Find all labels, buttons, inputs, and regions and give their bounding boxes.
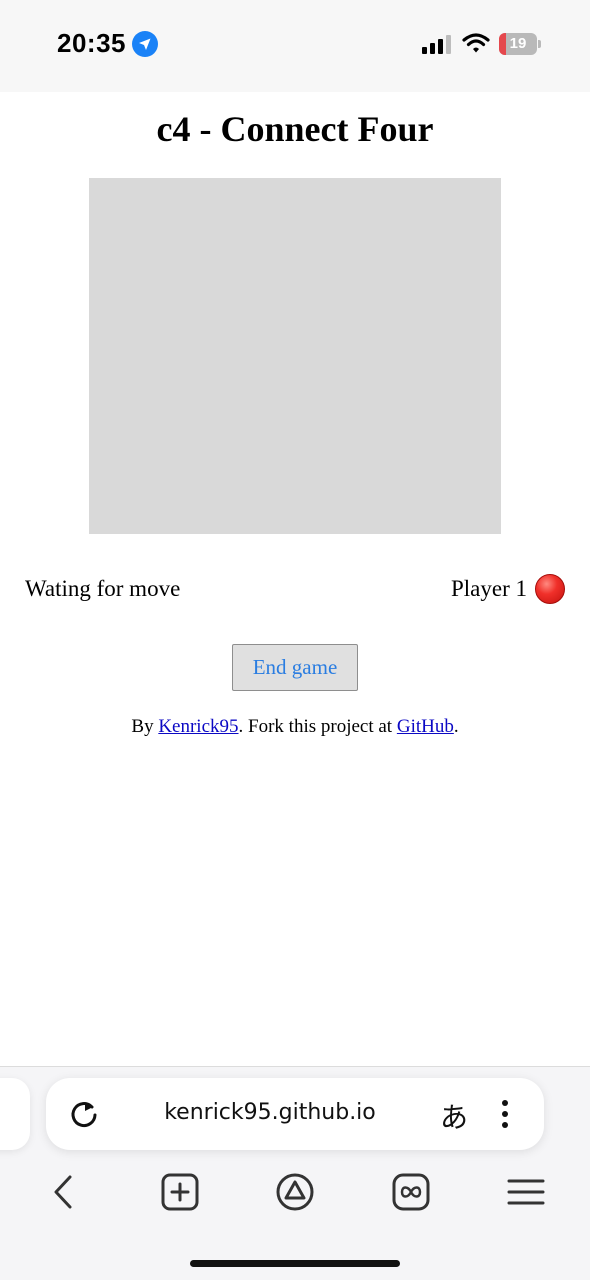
cellular-signal-icon: [422, 35, 451, 54]
footer-middle: . Fork this project at: [238, 716, 397, 737]
footer-prefix: By: [131, 716, 159, 737]
more-options-icon[interactable]: [496, 1098, 514, 1130]
reload-icon[interactable]: [68, 1098, 100, 1130]
wifi-icon: [462, 33, 490, 53]
page-title: c4 - Connect Four: [156, 109, 434, 149]
github-link[interactable]: GitHub: [397, 716, 454, 737]
battery-nub: [538, 40, 541, 48]
footer-suffix: .: [453, 716, 459, 737]
home-indicator[interactable]: [190, 1260, 400, 1267]
red-disc-icon: [535, 574, 565, 604]
footer-credit: By Kenrick95. Fork this project at GitHu…: [0, 716, 590, 738]
current-player-label: Player 1: [450, 576, 527, 601]
game-status: Wating for move: [25, 576, 181, 601]
new-tab-icon[interactable]: [160, 1172, 200, 1212]
status-time: 20:35: [57, 28, 126, 58]
location-arrow-icon: [132, 31, 158, 57]
game-board[interactable]: [89, 178, 501, 534]
battery-body: 19: [499, 33, 537, 55]
author-link[interactable]: Kenrick95: [158, 716, 238, 737]
battery-level: 19: [509, 35, 527, 52]
back-icon[interactable]: [44, 1172, 84, 1212]
battery-icon: 19: [499, 33, 541, 55]
url-text[interactable]: kenrick95.github.io: [120, 1100, 420, 1125]
menu-icon[interactable]: [506, 1172, 546, 1212]
previous-tab-card[interactable]: [0, 1078, 30, 1150]
end-game-button[interactable]: End game: [232, 644, 358, 691]
status-bar: 20:35 19: [0, 0, 590, 92]
tabs-icon[interactable]: [391, 1172, 431, 1212]
translate-icon[interactable]: あ: [440, 1096, 468, 1136]
home-icon[interactable]: [275, 1172, 315, 1212]
